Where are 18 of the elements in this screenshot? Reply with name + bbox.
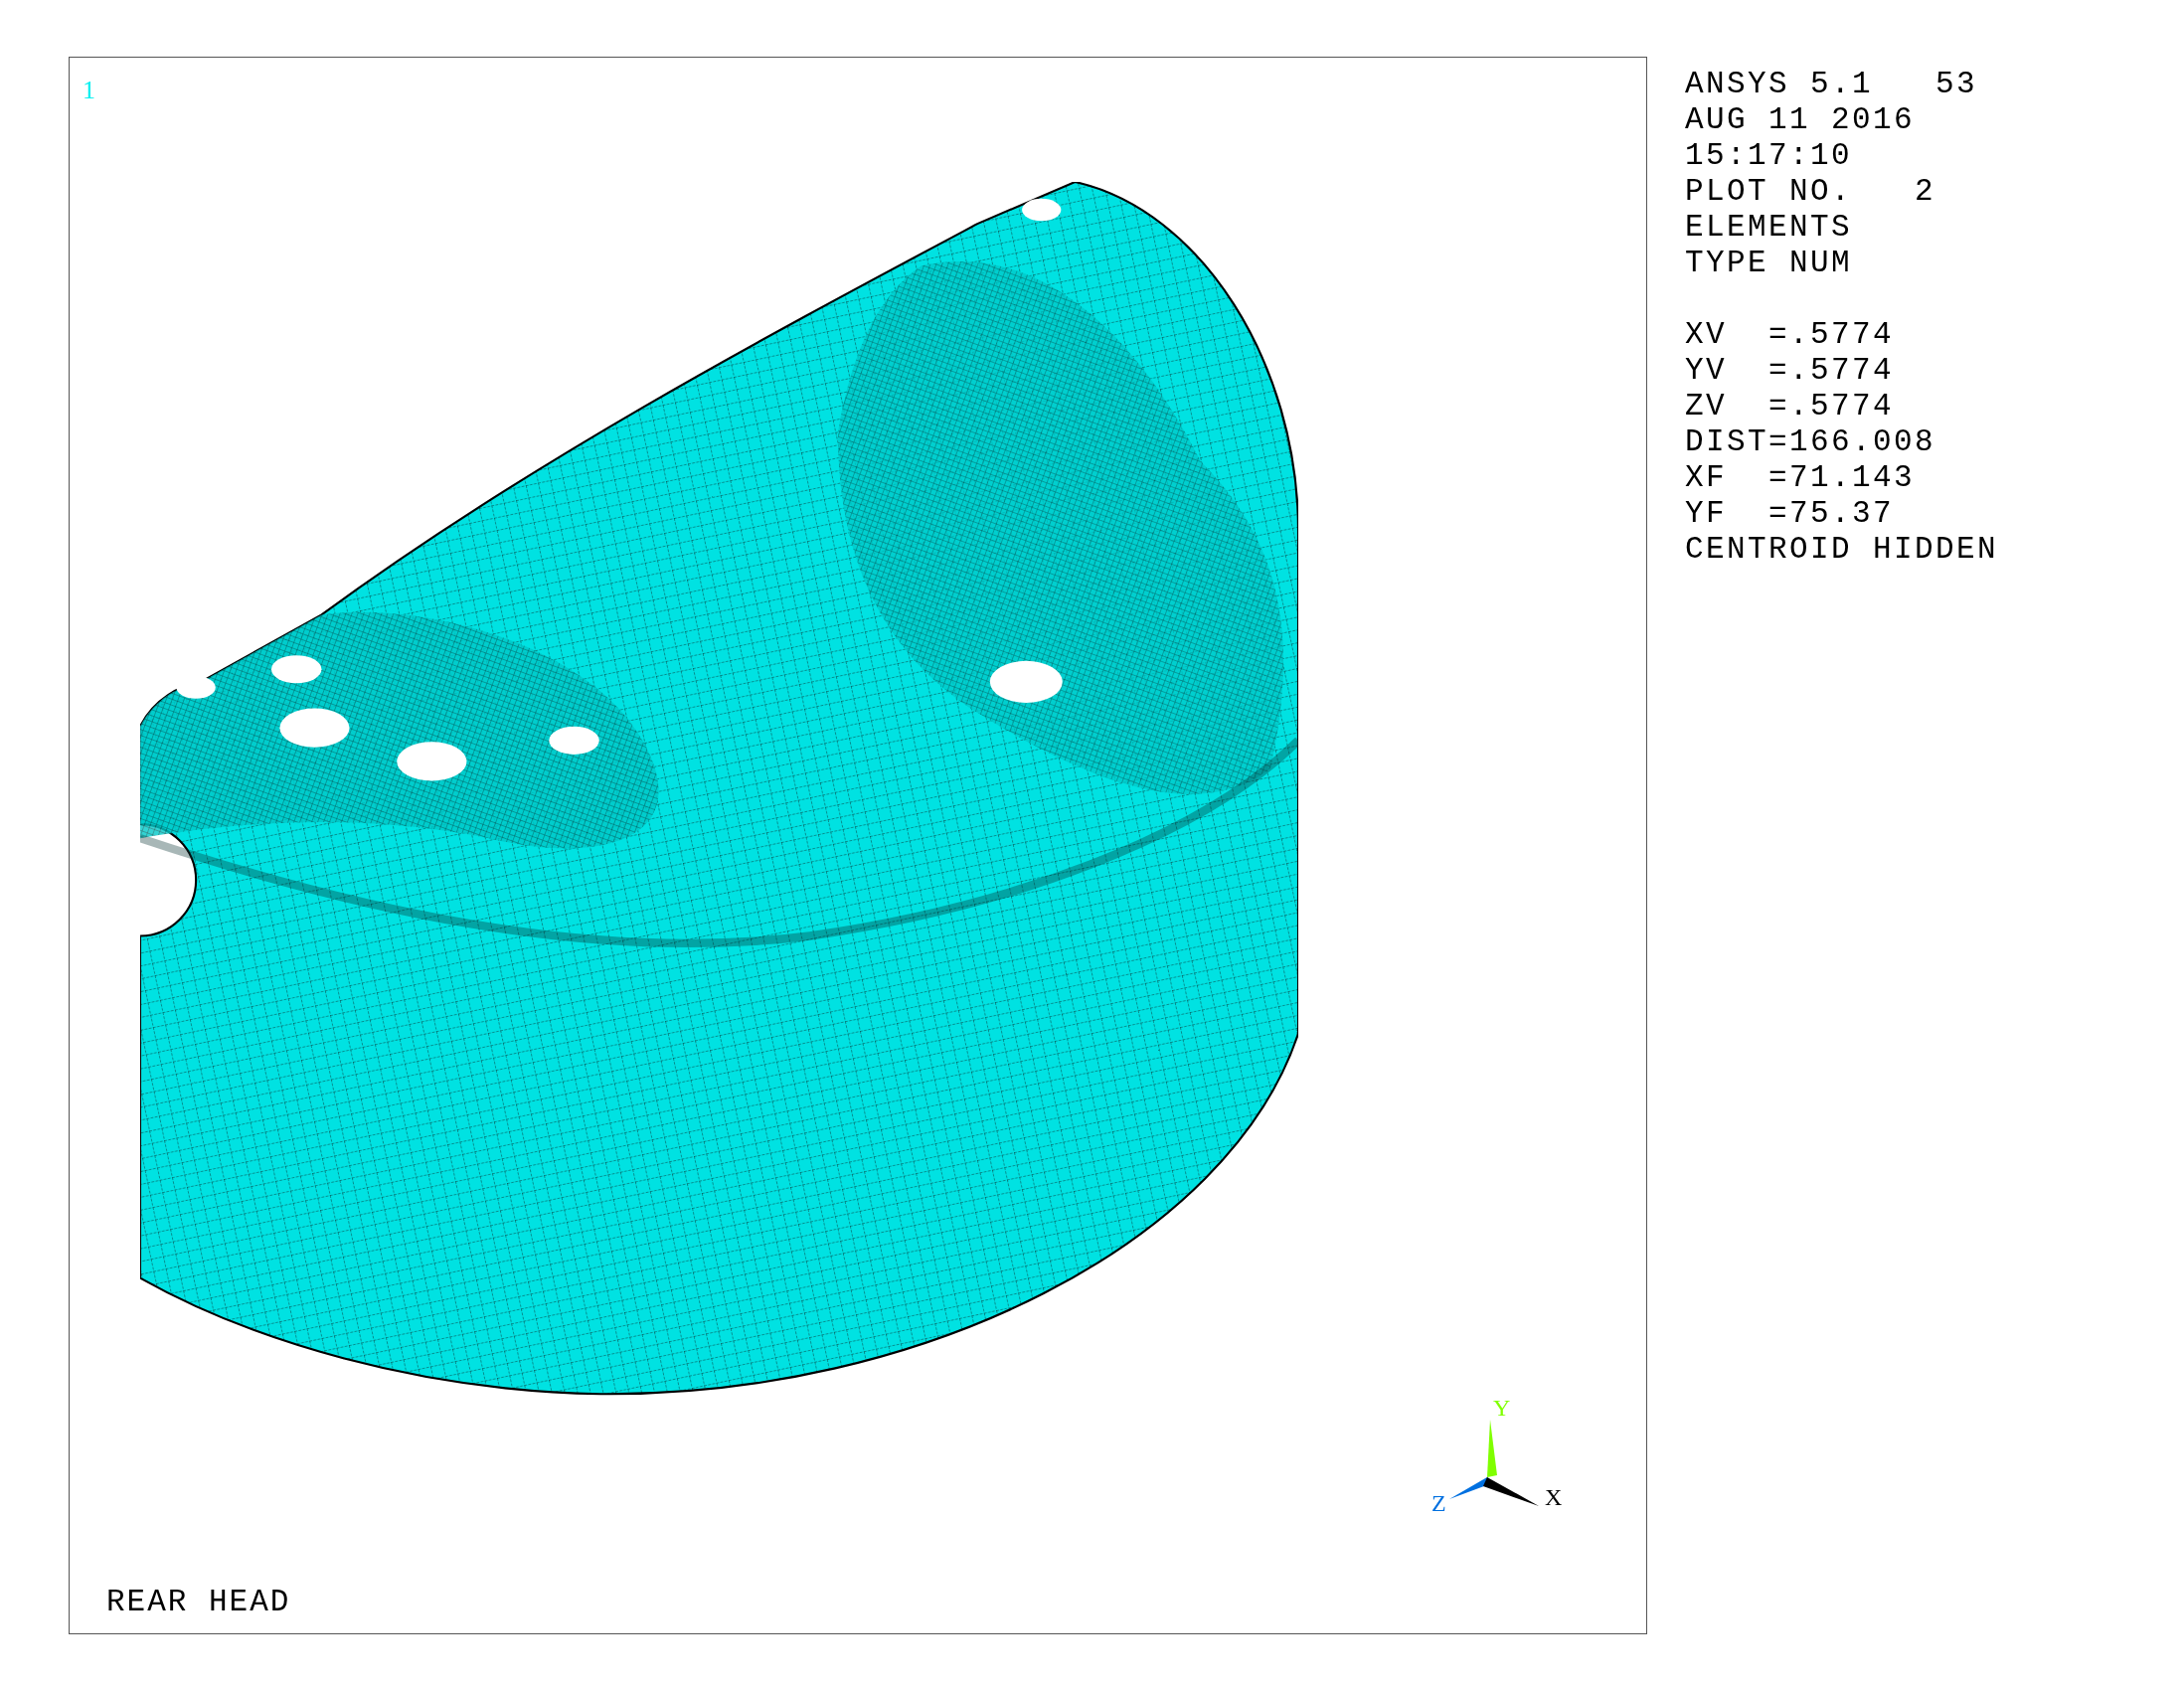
plot-title: REAR HEAD <box>106 1586 291 1620</box>
plot-info-line: TYPE NUM <box>1685 246 1853 281</box>
axis-label: Z <box>1431 1490 1446 1514</box>
plot-info-line: PLOT NO. 2 <box>1685 174 1936 210</box>
plot-info-line: XV =.5774 <box>1685 317 1895 353</box>
plot-info-line: 15:17:10 <box>1685 138 1853 174</box>
axis-label: X <box>1545 1484 1563 1510</box>
plot-info-line: ZV =.5774 <box>1685 389 1895 424</box>
plot-info-line: AUG 11 2016 <box>1685 102 1916 138</box>
plot-info-line: CENTROID HIDDEN <box>1685 532 1999 568</box>
viewport-number: 1 <box>83 78 95 103</box>
plot-info-line: DIST=166.008 <box>1685 424 1936 460</box>
plot-info-line: ELEMENTS <box>1685 210 1853 246</box>
plot-info-line: XF =71.143 <box>1685 460 1916 496</box>
plot-info-line: YF =75.37 <box>1685 496 1895 532</box>
plot-info-line: ANSYS 5.1 53 <box>1685 67 1978 102</box>
axis-label: Y <box>1493 1395 1511 1421</box>
plot-info-line: YV =.5774 <box>1685 353 1895 389</box>
